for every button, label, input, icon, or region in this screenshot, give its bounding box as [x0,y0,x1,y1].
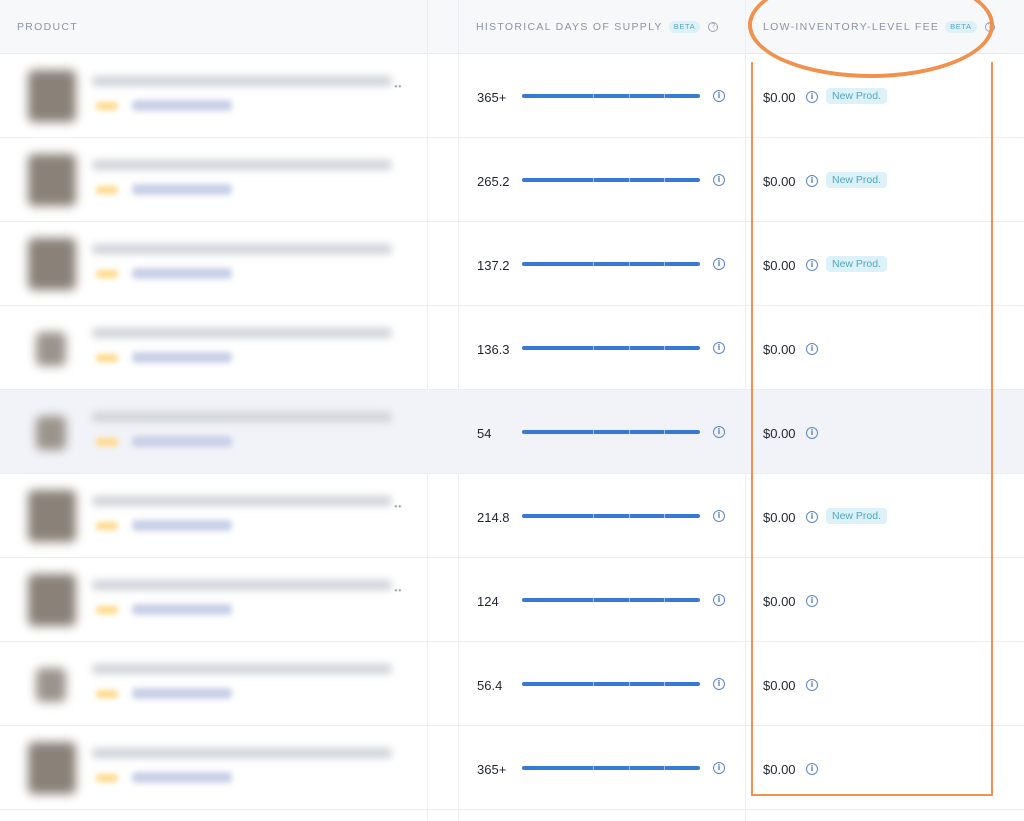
product-thumbnail [28,490,76,542]
column-header-product-label: PRODUCT [17,21,79,33]
info-circle-icon[interactable]: i [713,762,725,774]
product-id-redacted [132,604,232,615]
days-of-supply-bar [522,262,700,266]
days-of-supply-bar [522,178,700,182]
beta-badge: BETA [668,21,701,33]
days-of-supply-bar [522,598,700,602]
product-title-redacted [92,328,392,338]
product-id-redacted [132,436,232,447]
product-thumbnail [28,238,76,290]
rating-redacted [96,102,118,110]
days-of-supply-value: 365+ [477,762,507,777]
days-of-supply-value: 214.8 [477,510,510,525]
rating-redacted [96,186,118,194]
days-of-supply-value: 365+ [477,90,507,105]
product-id-redacted [132,688,232,699]
annotation-rectangle [751,62,993,796]
rating-redacted [96,774,118,782]
days-of-supply-bar [522,682,700,686]
product-title-redacted [92,76,392,86]
days-of-supply-bar [522,766,700,770]
column-header-days-of-supply[interactable]: HISTORICAL DAYS OF SUPPLY BETA ? [476,0,719,54]
info-circle-icon[interactable]: i [713,174,725,186]
days-of-supply-bar [522,514,700,518]
truncation-ellipsis: .. [394,494,402,510]
column-header-product[interactable]: PRODUCT [17,0,78,54]
rating-redacted [96,606,118,614]
column-header-days-label: HISTORICAL DAYS OF SUPPLY [476,21,663,33]
question-circle-icon[interactable]: ? [708,22,719,32]
info-circle-icon[interactable]: i [713,510,725,522]
info-circle-icon[interactable]: i [713,426,725,438]
days-of-supply-value: 54 [477,426,492,441]
product-title-redacted [92,244,392,254]
product-title-redacted [92,160,392,170]
days-of-supply-value: 265.2 [477,174,510,189]
inventory-table: PRODUCT HISTORICAL DAYS OF SUPPLY BETA ?… [0,0,1024,821]
days-of-supply-value: 137.2 [477,258,510,273]
days-of-supply-bar [522,94,700,98]
product-thumbnail [28,742,76,794]
product-id-redacted [132,100,232,111]
product-title-redacted [92,580,392,590]
rating-redacted [96,438,118,446]
days-of-supply-value: 56.4 [477,678,503,693]
product-thumbnail [36,332,66,366]
rating-redacted [96,354,118,362]
product-thumbnail [28,154,76,206]
days-of-supply-bar [522,430,700,434]
product-id-redacted [132,184,232,195]
truncation-ellipsis: .. [394,74,402,90]
product-title-redacted [92,748,392,758]
rating-redacted [96,690,118,698]
product-thumbnail [36,668,66,702]
days-of-supply-value: 136.3 [477,342,510,357]
days-of-supply-bar [522,346,700,350]
product-id-redacted [132,520,232,531]
product-thumbnail [36,416,66,450]
product-id-redacted [132,772,232,783]
info-circle-icon[interactable]: i [713,678,725,690]
product-id-redacted [132,268,232,279]
product-title-redacted [92,412,392,422]
product-thumbnail [28,574,76,626]
product-title-redacted [92,496,392,506]
product-id-redacted [132,352,232,363]
info-circle-icon[interactable]: i [713,594,725,606]
info-circle-icon[interactable]: i [713,342,725,354]
rating-redacted [96,522,118,530]
product-thumbnail [28,70,76,122]
days-of-supply-value: 124 [477,594,499,609]
rating-redacted [96,270,118,278]
truncation-ellipsis: .. [394,578,402,594]
info-circle-icon[interactable]: i [713,90,725,102]
info-circle-icon[interactable]: i [713,258,725,270]
product-title-redacted [92,664,392,674]
